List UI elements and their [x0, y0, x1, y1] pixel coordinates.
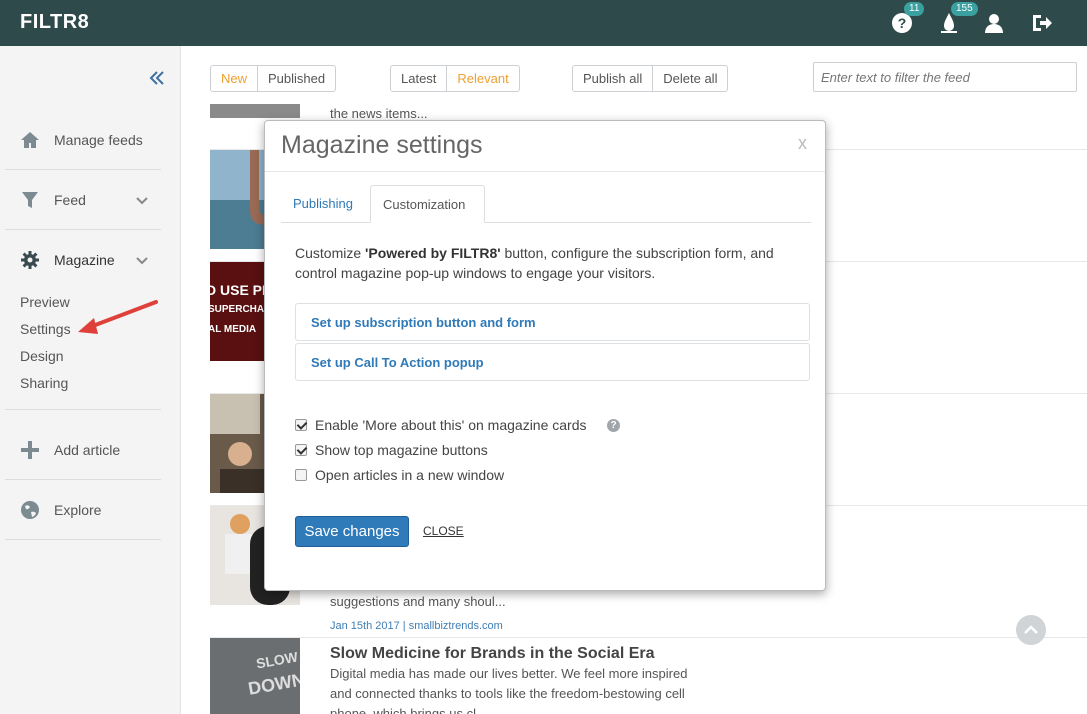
dialog-description: Customize 'Powered by FILTR8' button, co…	[295, 243, 815, 283]
chevron-down-icon	[135, 253, 149, 267]
article-excerpt: and connected thanks to tools like the f…	[330, 686, 685, 701]
checkbox[interactable]	[295, 444, 307, 456]
help-icon[interactable]: ? 11	[890, 2, 925, 35]
annotation-arrow	[78, 300, 158, 334]
feed-thumbnail[interactable]	[210, 104, 300, 118]
sidebar-item-label: Magazine	[54, 252, 115, 268]
checkbox[interactable]	[295, 469, 307, 481]
sidebar-item-feed[interactable]: Feed	[5, 170, 161, 230]
thumbnail-caption: DOWN	[246, 669, 300, 699]
filter-icon	[20, 190, 40, 210]
chevron-down-icon	[135, 193, 149, 207]
sidebar-item-manage-feeds[interactable]: Manage feeds	[5, 110, 161, 170]
close-icon[interactable]: x	[798, 133, 807, 154]
divider	[5, 409, 161, 410]
sidebar-item-label: Explore	[54, 502, 102, 518]
help-icon[interactable]: ?	[607, 419, 620, 432]
sidebar-item-magazine[interactable]: Magazine	[5, 230, 161, 290]
checkbox-label[interactable]: Open articles in a new window	[315, 467, 504, 483]
top-bar: FILTR8 ? 11 155	[0, 0, 1087, 46]
article-title[interactable]: Slow Medicine for Brands in the Social E…	[330, 645, 655, 663]
help-badge: 11	[904, 2, 925, 16]
checkbox-label[interactable]: Show top magazine buttons	[315, 442, 488, 458]
cta-popup-setup-link[interactable]: Set up Call To Action popup	[295, 343, 810, 381]
plus-icon	[20, 440, 40, 460]
article-excerpt: Digital media has made our lives better.…	[330, 666, 688, 681]
thumbnail-caption: D USE PI	[210, 282, 266, 298]
home-icon	[20, 130, 40, 150]
subnav-sharing[interactable]: Sharing	[20, 375, 68, 391]
sidebar-item-label: Add article	[54, 442, 121, 458]
tab-publishing[interactable]: Publishing	[281, 185, 365, 223]
relevant-button[interactable]: Relevant	[446, 66, 518, 91]
sidebar-item-label: Feed	[54, 192, 86, 208]
scroll-to-top-button[interactable]	[1016, 615, 1046, 645]
sidebar-item-add-article[interactable]: Add article	[5, 420, 161, 480]
brand-logo[interactable]: FILTR8	[20, 11, 89, 34]
notifications-icon[interactable]: 155	[937, 2, 978, 35]
divider	[265, 171, 825, 172]
user-icon[interactable]	[982, 11, 1006, 35]
article-excerpt: phone, which brings us cl...	[330, 706, 487, 714]
thumbnail-caption: AL MEDIA	[210, 324, 257, 335]
tab-customization[interactable]: Customization	[370, 185, 485, 223]
divider	[210, 637, 1087, 638]
description-text: Customize	[295, 245, 366, 261]
subscription-setup-link[interactable]: Set up subscription button and form	[295, 303, 810, 341]
logout-icon[interactable]	[1030, 11, 1054, 35]
svg-text:?: ?	[898, 15, 907, 31]
magazine-settings-dialog: Magazine settings x Publishing Customiza…	[264, 120, 826, 591]
globe-icon	[20, 500, 40, 520]
delete-all-button[interactable]: Delete all	[652, 66, 727, 91]
gear-icon	[20, 250, 40, 270]
sidebar-item-explore[interactable]: Explore	[5, 480, 161, 540]
checkbox-label[interactable]: Enable 'More about this' on magazine car…	[315, 417, 587, 433]
new-button[interactable]: New	[211, 66, 257, 91]
dialog-title: Magazine settings	[281, 131, 483, 159]
sort-toggle: Latest Relevant	[390, 65, 520, 92]
description-emphasis: 'Powered by FILTR8'	[365, 245, 501, 261]
subnav-design[interactable]: Design	[20, 348, 64, 364]
filter-input[interactable]	[813, 62, 1077, 92]
checkbox[interactable]	[295, 419, 307, 431]
save-changes-button[interactable]: Save changes	[295, 516, 409, 547]
notifications-badge: 155	[951, 2, 978, 16]
thumbnail-caption: SUPERCHA	[210, 304, 265, 315]
thumbnail-caption: SLOW	[254, 648, 300, 672]
latest-button[interactable]: Latest	[391, 66, 446, 91]
status-toggle: New Published	[210, 65, 337, 92]
subnav-settings[interactable]: Settings	[20, 321, 71, 337]
sidebar: Manage feeds Feed Magazine Preview Setti…	[0, 46, 181, 714]
feed-snippet: suggestions and many shoul...	[330, 594, 506, 609]
subnav-preview[interactable]: Preview	[20, 294, 70, 310]
close-button[interactable]: CLOSE	[423, 524, 464, 538]
bulk-actions: Publish all Delete all	[572, 65, 729, 92]
published-button[interactable]: Published	[257, 66, 335, 91]
publish-all-button[interactable]: Publish all	[573, 66, 652, 91]
chevron-up-icon	[1024, 625, 1038, 634]
feed-thumbnail[interactable]: SLOW DOWN	[210, 638, 300, 714]
sidebar-item-label: Manage feeds	[54, 132, 143, 148]
feed-meta[interactable]: Jan 15th 2017 | smallbiztrends.com	[330, 620, 503, 632]
collapse-sidebar-icon[interactable]	[148, 69, 166, 87]
